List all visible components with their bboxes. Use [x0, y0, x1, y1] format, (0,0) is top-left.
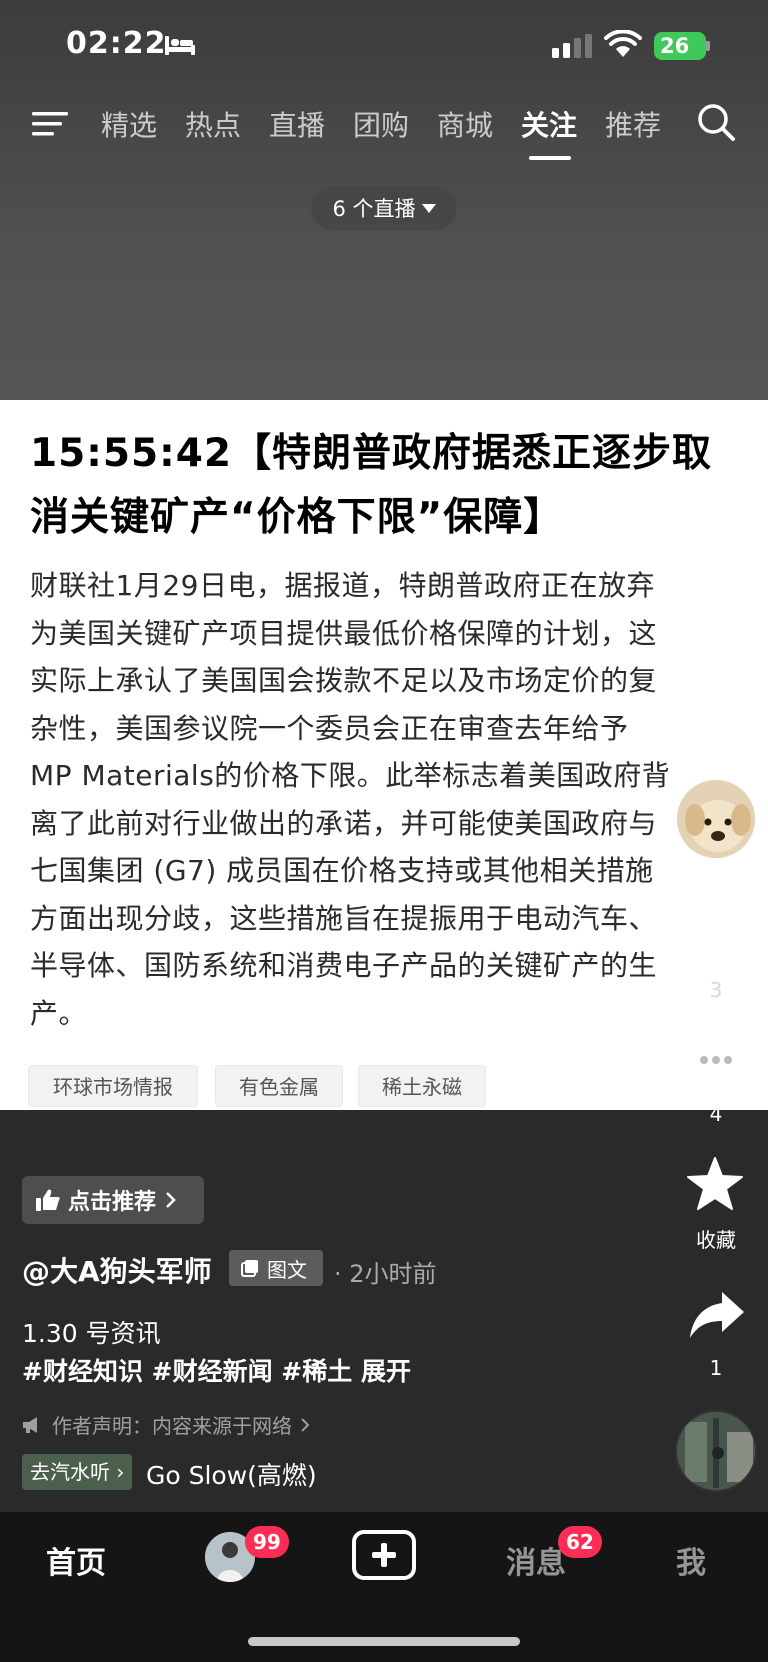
- music-title[interactable]: Go Slow(高燃): [146, 1456, 317, 1492]
- caret-down-icon: [421, 203, 436, 213]
- article-title-line: 消关键矿产“价格下限”保障】: [30, 495, 564, 540]
- thumbs-up-icon: [36, 1189, 60, 1211]
- share-arrow-icon[interactable]: [688, 1290, 746, 1340]
- tab-me[interactable]: 我: [676, 1538, 706, 1582]
- music-disc-avatar[interactable]: [675, 1410, 757, 1492]
- sleep-focus-icon: [165, 36, 195, 55]
- live-count-label: 6 个直播: [332, 197, 416, 221]
- share-count: 1: [709, 1356, 723, 1380]
- article-body-line: 方面出现分歧，这些措施旨在提振用于电动汽车、: [30, 901, 658, 935]
- tab-home[interactable]: 首页: [46, 1538, 106, 1582]
- author-statement[interactable]: 作者声明：内容来源于网络: [22, 1410, 310, 1439]
- status-time: 02:22: [66, 26, 167, 61]
- author-name[interactable]: @大A狗头军师: [22, 1250, 212, 1290]
- like-heart-icon[interactable]: [686, 912, 746, 966]
- wifi-icon: [604, 30, 642, 57]
- music-app-tag[interactable]: 去汽水听 ›: [22, 1454, 133, 1490]
- author-avatar[interactable]: [675, 778, 757, 860]
- tab-featured[interactable]: 精选: [101, 104, 157, 144]
- article-body-line: 财联社1月29日电，据报道，特朗普政府正在放弃: [30, 569, 655, 602]
- battery-indicator: 26: [654, 32, 706, 60]
- article-body-line: 七国集团 (G7) 成员国在价格支持或其他相关措施: [30, 854, 654, 887]
- music-cover-image: [677, 1412, 755, 1490]
- tab-following[interactable]: 关注: [521, 104, 577, 144]
- author-statement-text: 作者声明：内容来源于网络: [52, 1414, 292, 1438]
- article-title: 15:55:42【特朗普政府据悉正逐步取 消关键矿产“价格下限”保障】: [30, 422, 750, 550]
- recommend-label: 点击推荐: [68, 1190, 157, 1215]
- tab-live[interactable]: 直播: [269, 104, 325, 144]
- chevron-right-icon: [301, 1417, 310, 1432]
- tab-mall[interactable]: 商城: [437, 104, 493, 144]
- music-app-label: 去汽水听: [30, 1460, 110, 1484]
- tag-nonferrous-metals[interactable]: 有色金属: [215, 1065, 343, 1107]
- article-card[interactable]: 15:55:42【特朗普政府据悉正逐步取 消关键矿产“价格下限”保障】 财联社1…: [0, 400, 768, 1110]
- article-body-line: MP Materials的价格下限。此举标志着美国政府背: [30, 759, 671, 792]
- plus-icon: [372, 1543, 396, 1567]
- comment-count: 4: [709, 1102, 723, 1126]
- article-body-line: 为美国关键矿产项目提供最低价格保障的计划，这: [30, 616, 658, 650]
- article-body-line: 离了此前对行业做出的承诺，并可能使美国政府与: [30, 806, 658, 840]
- friends-badge: 99: [245, 1526, 289, 1558]
- image-text-icon: [241, 1260, 258, 1277]
- comment-icon[interactable]: [686, 1034, 746, 1092]
- article-body-line: 半导体、国防系统和消费电子产品的关键矿产的生: [30, 949, 658, 982]
- post-hashtags[interactable]: #财经知识 #财经新闻 #稀土 展开: [22, 1352, 411, 1388]
- battery-tip: [706, 41, 710, 51]
- article-body-line: 实际上承认了美国国会拨款不足以及市场定价的复: [30, 664, 658, 697]
- tab-messages[interactable]: 消息: [506, 1538, 566, 1582]
- article-body: 财联社1月29日电，据报道，特朗普政府正在放弃 为美国关键矿产项目提供最低价格保…: [30, 562, 742, 1037]
- cellular-signal-icon: [552, 34, 592, 58]
- messages-badge: 62: [558, 1526, 602, 1558]
- tag-rare-earth-magnets[interactable]: 稀土永磁: [358, 1065, 486, 1107]
- post-time: · 2小时前: [334, 1260, 437, 1288]
- live-count-pill[interactable]: 6 个直播: [311, 186, 457, 230]
- like-count: 3: [709, 978, 723, 1002]
- tag-global-market[interactable]: 环球市场情报: [28, 1065, 198, 1107]
- favorite-star-icon[interactable]: [686, 1156, 744, 1212]
- home-indicator[interactable]: [248, 1637, 520, 1646]
- post-type-badge: 图文: [229, 1250, 323, 1286]
- tab-hot[interactable]: 热点: [185, 104, 241, 144]
- post-type-label: 图文: [267, 1257, 307, 1282]
- tab-group-buy[interactable]: 团购: [353, 104, 409, 144]
- article-title-line: 15:55:42【特朗普政府据悉正逐步取: [30, 431, 713, 476]
- favorite-label: 收藏: [696, 1228, 736, 1252]
- search-icon[interactable]: [696, 102, 736, 142]
- article-body-line: 杂性，美国参议院一个委员会正在审查去年给予: [30, 711, 629, 745]
- post-caption: 1.30 号资讯: [22, 1319, 161, 1348]
- chevron-right-icon: [166, 1192, 176, 1208]
- recommend-button[interactable]: 点击推荐: [22, 1176, 204, 1224]
- active-tab-indicator: [529, 156, 571, 160]
- create-post-button[interactable]: [352, 1530, 416, 1580]
- tab-recommend[interactable]: 推荐: [605, 104, 661, 144]
- megaphone-icon: [23, 1416, 37, 1433]
- menu-icon[interactable]: [32, 110, 68, 138]
- article-body-line: 产。: [30, 996, 88, 1030]
